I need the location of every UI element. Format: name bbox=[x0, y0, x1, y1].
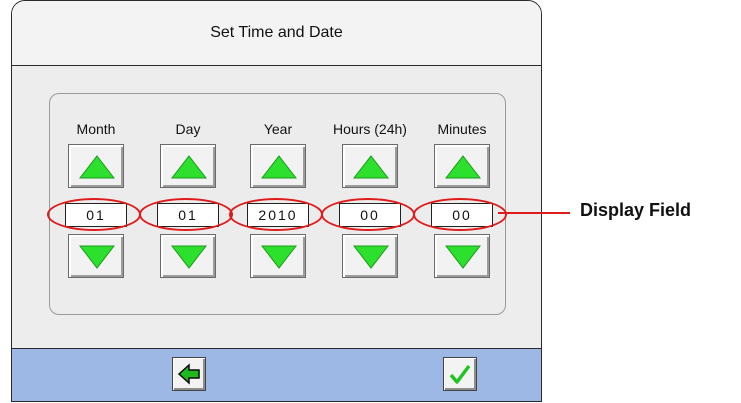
down-triangle-icon bbox=[352, 245, 390, 269]
hours-increment-button[interactable] bbox=[342, 144, 398, 188]
minutes-field-highlight bbox=[413, 198, 507, 231]
up-triangle-icon bbox=[170, 155, 208, 179]
callout-label: Display Field bbox=[580, 200, 692, 220]
down-triangle-icon bbox=[170, 245, 208, 269]
back-arrow-icon bbox=[177, 363, 200, 385]
time-date-dialog: Set Time and Date Month 01 Day 01 Year 2… bbox=[11, 0, 542, 402]
day-label: Day bbox=[175, 121, 201, 137]
year-label: Year bbox=[263, 121, 293, 137]
minutes-decrement-button[interactable] bbox=[434, 234, 490, 278]
hours-field-highlight bbox=[321, 198, 415, 231]
dialog-title: Set Time and Date bbox=[12, 1, 541, 66]
month-decrement-button[interactable] bbox=[68, 234, 124, 278]
day-increment-button[interactable] bbox=[160, 144, 216, 188]
hours-decrement-button[interactable] bbox=[342, 234, 398, 278]
year-field-highlight bbox=[229, 198, 323, 231]
up-triangle-icon bbox=[444, 155, 482, 179]
minutes-increment-button[interactable] bbox=[434, 144, 490, 188]
year-decrement-button[interactable] bbox=[250, 234, 306, 278]
down-triangle-icon bbox=[78, 245, 116, 269]
hours-label: Hours (24h) bbox=[333, 121, 407, 137]
up-triangle-icon bbox=[78, 155, 116, 179]
back-button[interactable] bbox=[172, 357, 206, 391]
day-decrement-button[interactable] bbox=[160, 234, 216, 278]
checkmark-icon bbox=[449, 364, 471, 384]
up-triangle-icon bbox=[352, 155, 390, 179]
year-increment-button[interactable] bbox=[250, 144, 306, 188]
month-label: Month bbox=[76, 121, 116, 137]
month-field-highlight bbox=[47, 198, 141, 231]
callout-line bbox=[498, 212, 570, 214]
down-triangle-icon bbox=[260, 245, 298, 269]
bottom-toolbar bbox=[12, 348, 541, 401]
time-date-panel: Month 01 Day 01 Year 2010 Hours (24h) 00… bbox=[47, 93, 507, 315]
down-triangle-icon bbox=[444, 245, 482, 269]
day-field-highlight bbox=[139, 198, 233, 231]
minutes-label: Minutes bbox=[437, 121, 487, 137]
up-triangle-icon bbox=[260, 155, 298, 179]
month-increment-button[interactable] bbox=[68, 144, 124, 188]
confirm-button[interactable] bbox=[443, 357, 477, 391]
